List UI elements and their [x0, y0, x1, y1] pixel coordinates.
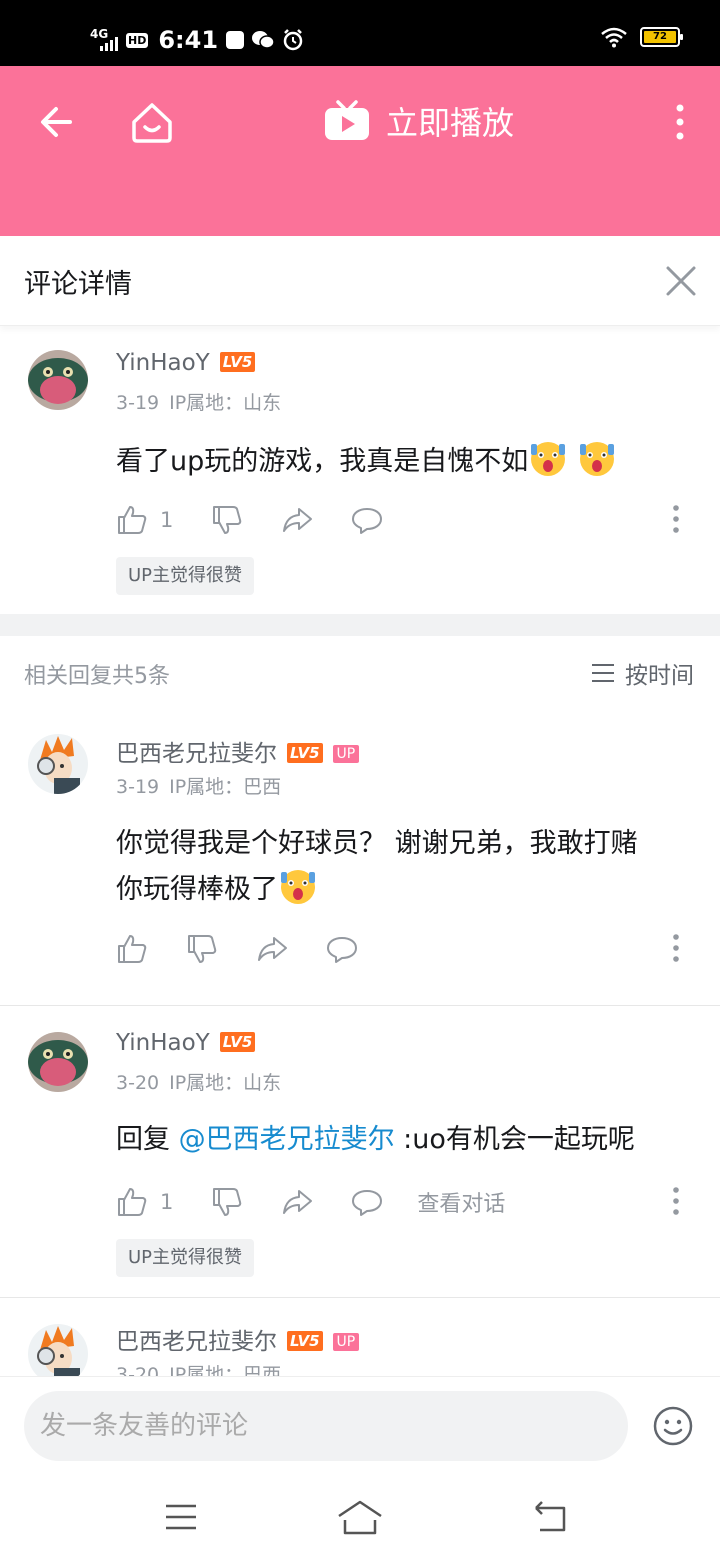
comment-actions: 1: [116, 500, 680, 540]
dislike-button[interactable]: [211, 1186, 243, 1218]
comment-input-bar: 发一条友善的评论: [0, 1376, 720, 1480]
system-nav-bar: [0, 1480, 720, 1560]
username[interactable]: YinHaoY LV5: [116, 1030, 256, 1056]
like-button[interactable]: 1: [116, 1186, 173, 1218]
home-nav-icon[interactable]: [336, 1498, 384, 1538]
close-icon[interactable]: [664, 264, 698, 298]
thumbs-up-icon: [118, 935, 147, 963]
dislike-button[interactable]: [211, 504, 243, 536]
dislike-button[interactable]: [186, 933, 218, 965]
sort-lines-icon: [592, 664, 614, 682]
wifi-icon: [601, 27, 627, 48]
level-badge: LV5: [287, 1331, 323, 1351]
thumbs-down-icon: [213, 1188, 242, 1216]
username[interactable]: 巴西老兄拉斐尔 LV5 UP: [116, 734, 360, 768]
shocked-emoji-icon: [531, 442, 566, 476]
username[interactable]: 巴西老兄拉斐尔 LV5 UP: [116, 1322, 360, 1356]
play-now-button[interactable]: 立即播放: [324, 98, 514, 144]
play-now-label: 立即播放: [386, 104, 515, 142]
notification-icon: [226, 31, 245, 49]
battery-icon: 72: [640, 27, 683, 47]
tv-play-icon: [325, 100, 369, 140]
reply-button[interactable]: [351, 1186, 383, 1218]
thumbs-down-icon: [188, 935, 217, 963]
more-vertical-icon[interactable]: [672, 933, 680, 963]
section-separator: [0, 614, 720, 636]
comment-input[interactable]: 发一条友善的评论: [24, 1391, 628, 1461]
more-vertical-icon[interactable]: [672, 1186, 680, 1216]
comment-bubble-icon: [327, 937, 357, 963]
comment-text: 你觉得我是个好球员？ 谢谢兄弟，我敢打赌 你玩得棒极了: [116, 828, 638, 905]
username[interactable]: YinHaoY LV5: [116, 350, 256, 376]
comment-meta: 3-19 IP属地：巴西: [116, 776, 282, 798]
thumbs-up-icon: [118, 506, 147, 534]
avatar[interactable]: [28, 734, 88, 794]
level-badge: LV5: [287, 743, 323, 763]
share-icon: [283, 1190, 313, 1214]
reply-item: 巴西老兄拉斐尔 LV5 UP 3-20 IP属地：巴西: [0, 1298, 720, 1376]
reply-button[interactable]: [326, 933, 358, 965]
wechat-icon: [252, 31, 275, 49]
view-dialog-link[interactable]: 查看对话: [417, 1186, 505, 1218]
hd-indicator: HD: [126, 32, 149, 48]
level-badge: LV5: [219, 1032, 256, 1052]
comment-bubble-icon: [352, 1190, 383, 1216]
share-icon: [258, 937, 287, 961]
comment-meta: 3-20 IP属地：巴西: [116, 1364, 282, 1376]
share-button[interactable]: [281, 504, 313, 536]
comment-actions: 1 查看对话: [116, 1182, 680, 1222]
thumbs-down-icon: [213, 506, 242, 534]
shocked-emoji-icon: [281, 870, 315, 904]
status-time: 6:41: [158, 26, 219, 54]
share-button[interactable]: [256, 933, 288, 965]
up-badge: UP: [332, 745, 360, 763]
comment-meta: 3-19 IP属地：山东: [116, 392, 282, 414]
comment-meta: 3-20 IP属地：山东: [116, 1072, 282, 1094]
comment-text: 看了up玩的游戏，我真是自愧不如: [116, 438, 692, 484]
more-vertical-icon[interactable]: [670, 102, 690, 142]
comment-detail-bar: 评论详情: [0, 236, 720, 326]
sort-button[interactable]: 按时间: [591, 656, 694, 690]
share-button[interactable]: [281, 1186, 313, 1218]
up-badge: UP: [332, 1333, 360, 1351]
more-vertical-icon[interactable]: [672, 504, 680, 534]
avatar[interactable]: [28, 350, 88, 410]
status-bar: 4G HD 6:41 72: [0, 0, 720, 66]
reply-item: 巴西老兄拉斐尔 LV5 UP 3-19 IP属地：巴西 你觉得我是个好球员？ 谢谢兄弟…: [0, 710, 720, 1004]
alarm-icon: [283, 29, 303, 51]
shocked-emoji-icon: [579, 442, 614, 476]
like-button[interactable]: 1: [116, 504, 173, 536]
avatar[interactable]: [28, 1324, 88, 1376]
thumbs-up-icon: [118, 1188, 147, 1216]
menu-icon[interactable]: [164, 1500, 198, 1534]
home-icon[interactable]: [130, 100, 174, 144]
replies-header: 相关回复共5条 按时间: [0, 636, 720, 710]
detail-title: 评论详情: [24, 269, 132, 300]
comment-actions: [116, 929, 680, 969]
comment-text: 回复 @巴西老兄拉斐尔 :uo有机会一起玩呢: [116, 1124, 635, 1155]
up-liked-tag: UP主觉得很赞: [116, 1239, 255, 1277]
comment-bubble-icon: [352, 508, 383, 534]
main-comment: YinHaoY LV5 3-19 IP属地：山东 看了up玩的游戏，我真是自愧不如 …: [0, 326, 720, 614]
reply-count: 相关回复共5条: [24, 664, 170, 689]
mention-link[interactable]: @巴西老兄拉斐尔: [179, 1124, 395, 1155]
avatar[interactable]: [28, 1032, 88, 1092]
emoji-icon[interactable]: [652, 1405, 694, 1447]
back-arrow-icon[interactable]: [36, 102, 76, 142]
level-badge: LV5: [219, 352, 256, 372]
like-button[interactable]: [116, 933, 148, 965]
signal-icon: 4G: [90, 27, 118, 53]
share-icon: [283, 508, 313, 532]
reply-button[interactable]: [351, 504, 383, 536]
back-nav-icon[interactable]: [530, 1500, 568, 1534]
video-header: 立即播放: [0, 66, 720, 236]
reply-item: YinHaoY LV5 3-20 IP属地：山东 回复 @巴西老兄拉斐尔 :uo有机…: [0, 1006, 720, 1296]
up-liked-tag: UP主觉得很赞: [116, 557, 255, 595]
